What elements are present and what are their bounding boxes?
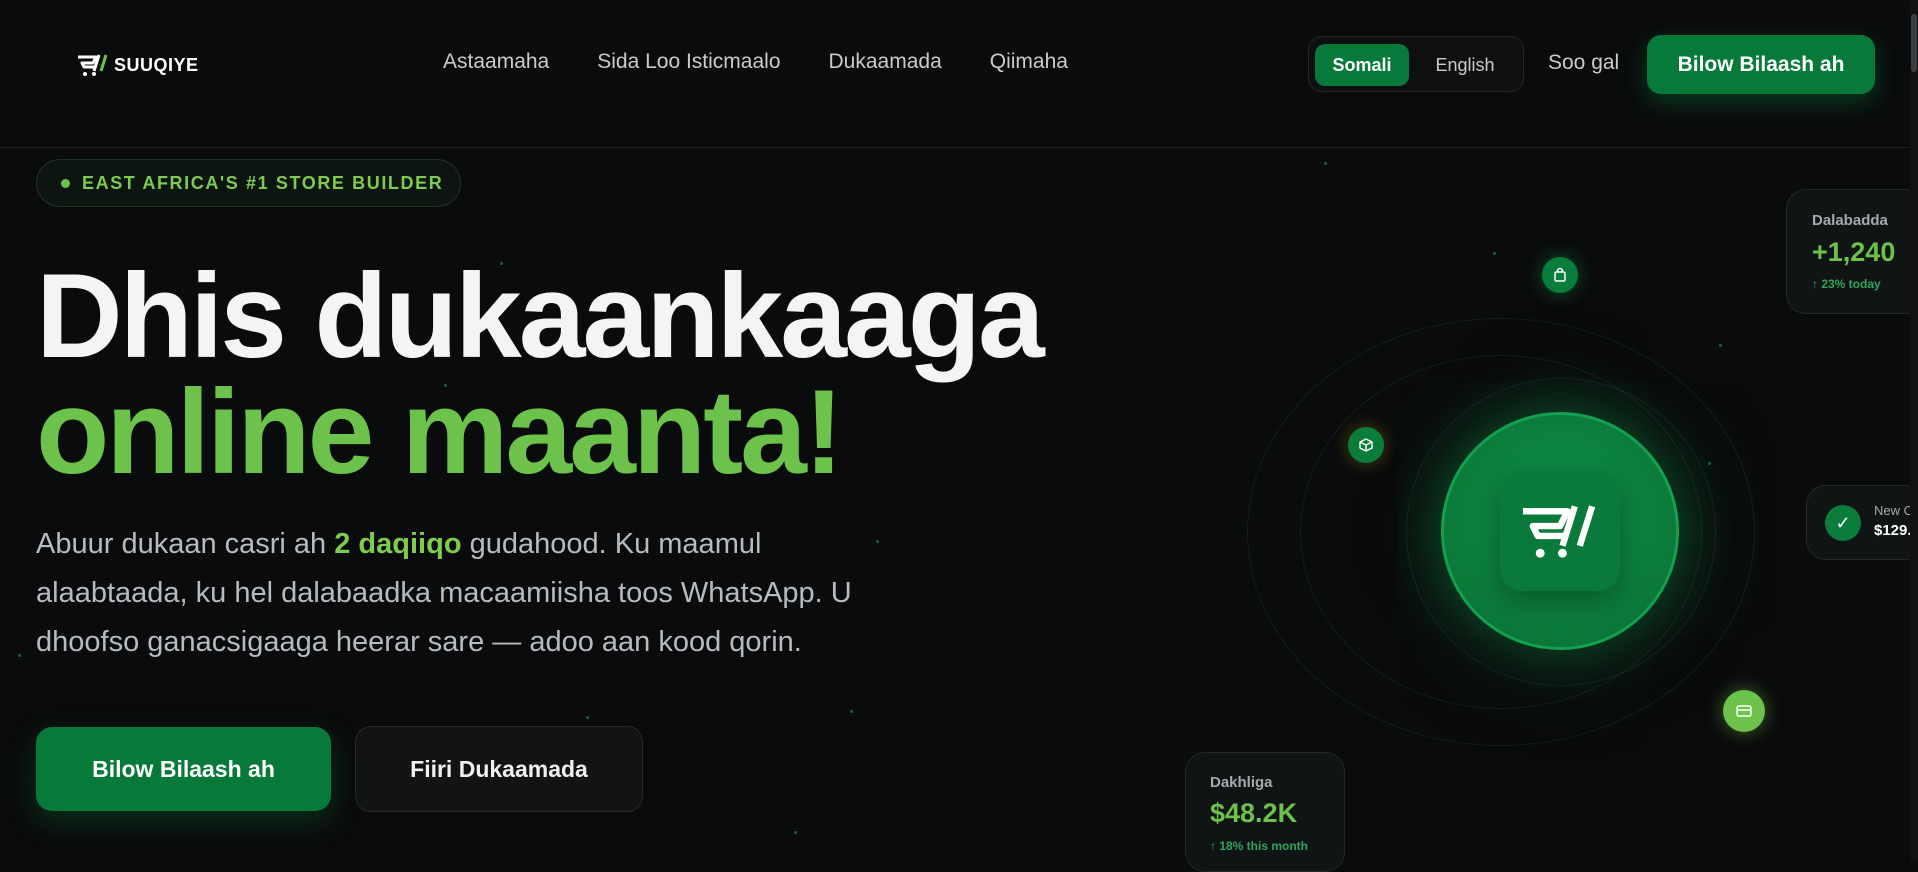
decor-particle	[876, 540, 879, 543]
revenue-stat-card: Dakhliga $48.2K ↑ 18% this month	[1185, 752, 1345, 872]
orders-stat-label: Dalabadda	[1812, 212, 1888, 229]
brand-name: SUUQIYE	[114, 54, 199, 75]
decor-particle	[586, 716, 589, 719]
revenue-stat-change: ↑ 18% this month	[1210, 839, 1309, 853]
brand-logo[interactable]: SUUQIYE	[76, 52, 199, 78]
nav-item-sida-loo-isticmaalo[interactable]: Sida Loo Isticmaalo	[597, 50, 780, 74]
decor-particle	[500, 262, 503, 265]
new-order-card: ✓ New O $129.	[1806, 485, 1918, 560]
hero-title-line2: online maanta!	[36, 365, 844, 499]
language-switcher: Somali English	[1308, 36, 1524, 92]
cart-logo-icon	[78, 54, 108, 76]
credit-card-icon	[1723, 690, 1765, 732]
decor-particle	[794, 831, 797, 834]
badge-dot-icon	[61, 178, 70, 188]
check-icon: ✓	[1825, 505, 1861, 541]
orb-logo-tile	[1500, 471, 1620, 591]
hero-badge: EAST AFRICA'S #1 STORE BUILDER	[36, 159, 461, 207]
scrollbar-thumb[interactable]	[1911, 14, 1917, 72]
language-option-english[interactable]: English	[1413, 44, 1517, 86]
decor-particle	[444, 384, 447, 387]
login-link[interactable]: Soo gal	[1548, 51, 1619, 75]
package-icon	[1348, 427, 1384, 463]
hero-description: Abuur dukaan casri ah 2 daqiiqo gudahood…	[36, 520, 916, 667]
language-option-somali[interactable]: Somali	[1315, 44, 1409, 86]
header-signup-button[interactable]: Bilow Bilaash ah	[1647, 35, 1875, 94]
badge-text: EAST AFRICA'S #1 STORE BUILDER	[82, 172, 444, 193]
view-stores-button[interactable]: Fiiri Dukaamada	[355, 726, 643, 812]
nav-item-astaamaha[interactable]: Astaamaha	[443, 50, 549, 74]
revenue-stat-value: $48.2K	[1210, 798, 1298, 828]
decor-particle	[1493, 252, 1496, 255]
decor-particle	[1719, 344, 1722, 347]
orders-stat-card: Dalabadda +1,240 ↑ 23% today	[1786, 189, 1918, 314]
new-order-label: New O	[1874, 503, 1914, 518]
nav-item-dukaamada[interactable]: Dukaamada	[829, 50, 942, 74]
scrollbar-track[interactable]	[1910, 0, 1918, 861]
nav-item-qiimaha[interactable]: Qiimaha	[990, 50, 1068, 74]
main-nav: Astaamaha Sida Loo Isticmaalo Dukaamada …	[443, 50, 1116, 74]
new-order-value: $129.	[1874, 522, 1912, 539]
orders-stat-value: +1,240	[1812, 237, 1896, 267]
decor-particle	[18, 654, 21, 657]
hero-description-highlight: 2 daqiiqo	[334, 528, 462, 560]
revenue-stat-label: Dakhliga	[1210, 774, 1273, 791]
decor-particle	[850, 710, 853, 713]
top-navigation-bar: SUUQIYE Astaamaha Sida Loo Isticmaalo Du…	[0, 0, 1918, 148]
decor-particle	[1324, 162, 1327, 165]
cart-logo-icon	[1522, 505, 1596, 558]
hero-title-line1: Dhis dukaankaaga	[36, 249, 1045, 383]
shopping-bag-icon	[1542, 257, 1578, 293]
hero-description-start: Abuur dukaan casri ah	[36, 528, 335, 560]
orders-stat-change: ↑ 23% today	[1812, 277, 1881, 291]
start-free-button[interactable]: Bilow Bilaash ah	[36, 727, 331, 811]
